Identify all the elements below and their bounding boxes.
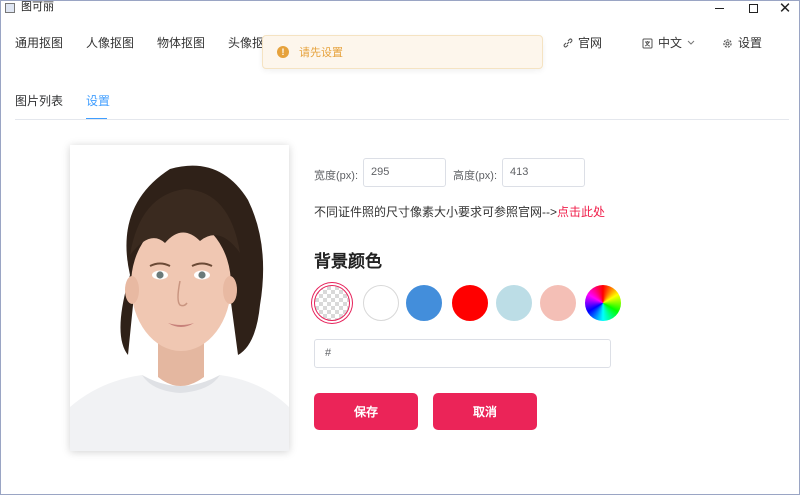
close-icon: ✕ [778, 0, 792, 17]
app-logo-icon [5, 3, 15, 13]
close-button[interactable]: ✕ [765, 0, 800, 17]
height-label: 高度(px): [453, 170, 497, 182]
warning-toast: ! 请先设置 [262, 35, 543, 69]
tab-divider [15, 119, 789, 120]
height-input[interactable]: 413 [502, 158, 585, 187]
nav-official-site[interactable]: 官网 [563, 35, 602, 51]
maximize-icon [748, 3, 758, 13]
nav-settings[interactable]: 设置 [722, 35, 762, 51]
toast-message: 请先设置 [299, 47, 343, 59]
gear-icon [723, 38, 732, 48]
official-site-label: 官网 [578, 36, 603, 50]
size-hint-text: 不同证件照的尺寸像素大小要求可参照官网--> [314, 205, 558, 219]
settings-label: 设置 [738, 36, 763, 50]
minimize-icon [714, 7, 724, 9]
language-icon [642, 38, 653, 48]
save-button[interactable]: 保存 [314, 393, 418, 430]
swatch-red[interactable] [452, 285, 488, 321]
background-color-title: 背景颜色 [314, 252, 382, 271]
portrait-photo [70, 145, 289, 451]
nav-object-cutout[interactable]: 物体抠图 [157, 35, 205, 51]
language-label: 中文 [658, 36, 683, 50]
language-dropdown[interactable]: 中文 [642, 35, 695, 51]
swatch-light-blue[interactable] [496, 285, 532, 321]
width-input[interactable]: 295 [363, 158, 446, 187]
color-wheel-picker[interactable] [585, 285, 621, 321]
swatch-transparent[interactable] [314, 285, 350, 321]
width-label: 宽度(px): [314, 170, 358, 182]
app-window: 图可丽 ✕ 通用抠图 人像抠图 物体抠图 头像抠 官网 中文 设置 ! 请先设置… [0, 0, 800, 495]
size-hint: 不同证件照的尺寸像素大小要求可参照官网-->点击此处 [314, 203, 605, 220]
nav-portrait-cutout[interactable]: 人像抠图 [86, 35, 134, 51]
tab-image-list[interactable]: 图片列表 [15, 92, 63, 109]
title-bar: 图可丽 ✕ [1, 0, 800, 17]
swatch-pink[interactable] [540, 285, 576, 321]
warning-icon: ! [277, 46, 289, 58]
tab-bar: 图片列表 设置 [15, 89, 789, 120]
click-here-link[interactable]: 点击此处 [557, 205, 605, 219]
link-icon [563, 38, 573, 48]
nav-general-cutout[interactable]: 通用抠图 [15, 35, 63, 51]
photo-preview [70, 145, 289, 451]
color-hex-input[interactable]: # [314, 339, 611, 368]
chevron-down-icon [687, 40, 695, 45]
tab-settings[interactable]: 设置 [86, 92, 110, 109]
window-title: 图可丽 [21, 1, 54, 13]
nav-avatar-cutout[interactable]: 头像抠 [228, 35, 264, 51]
cancel-button[interactable]: 取消 [433, 393, 537, 430]
swatch-white[interactable] [363, 285, 399, 321]
swatch-blue[interactable] [406, 285, 442, 321]
